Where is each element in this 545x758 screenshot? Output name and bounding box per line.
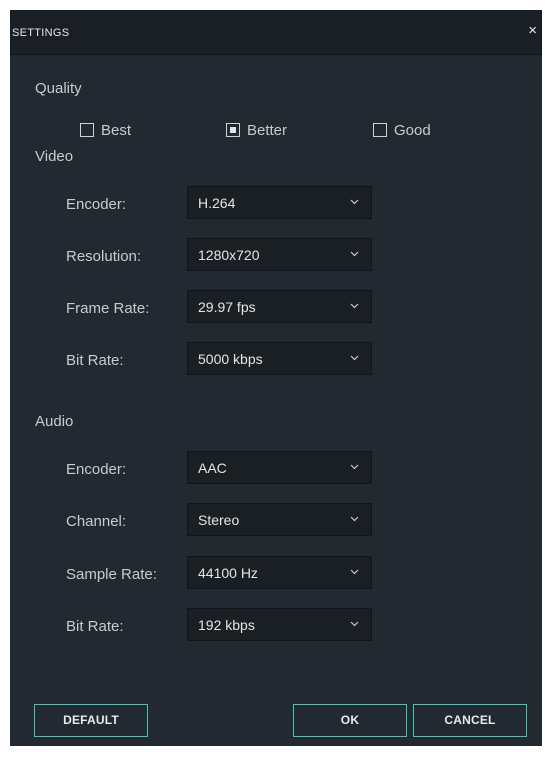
dialog-title: SETTINGS (12, 27, 70, 39)
settings-dialog: SETTINGS × Quality Best Better Good Vide… (10, 10, 542, 746)
video-bit-rate-select[interactable]: 5000 kbps (187, 342, 372, 375)
video-resolution-value: 1280x720 (198, 247, 260, 263)
audio-bit-rate-label: Bit Rate: (66, 618, 124, 635)
quality-option-good[interactable]: Good (373, 120, 431, 140)
audio-channel-value: Stereo (198, 512, 240, 528)
audio-channel-label: Channel: (66, 513, 127, 530)
video-encoder-label: Encoder: (66, 196, 127, 213)
quality-option-best[interactable]: Best (80, 120, 131, 140)
audio-sample-rate-select[interactable]: 44100 Hz (187, 556, 372, 589)
video-resolution-select[interactable]: 1280x720 (187, 238, 372, 271)
good-checkbox-icon[interactable] (373, 123, 387, 137)
audio-channel-select[interactable]: Stereo (187, 503, 372, 536)
chevron-down-icon (350, 464, 359, 470)
quality-option-good-label: Good (394, 121, 431, 139)
audio-sample-rate-value: 44100 Hz (198, 565, 258, 581)
chevron-down-icon (350, 199, 359, 205)
audio-heading: Audio (35, 413, 74, 430)
video-bit-rate-value: 5000 kbps (198, 351, 263, 367)
better-checkbox-icon[interactable] (226, 123, 240, 137)
quality-option-better-label: Better (247, 121, 288, 139)
audio-bit-rate-value: 192 kbps (198, 617, 255, 633)
video-frame-rate-value: 29.97 fps (198, 299, 256, 315)
default-button[interactable]: DEFAULT (34, 704, 148, 737)
chevron-down-icon (350, 621, 359, 627)
video-encoder-value: H.264 (198, 195, 236, 211)
video-resolution-label: Resolution: (66, 248, 142, 265)
chevron-down-icon (350, 355, 359, 361)
quality-option-better[interactable]: Better (226, 120, 287, 140)
best-checkbox-icon[interactable] (80, 123, 94, 137)
close-icon[interactable]: × (528, 23, 537, 38)
chevron-down-icon (350, 569, 359, 575)
cancel-button[interactable]: CANCEL (413, 704, 527, 737)
audio-bit-rate-select[interactable]: 192 kbps (187, 608, 372, 641)
quality-heading: Quality (35, 80, 82, 97)
title-bar: SETTINGS × (10, 10, 542, 55)
video-heading: Video (35, 148, 74, 165)
chevron-down-icon (350, 516, 359, 522)
quality-option-best-label: Best (101, 121, 132, 139)
audio-encoder-label: Encoder: (66, 461, 127, 478)
chevron-down-icon (350, 251, 359, 257)
video-encoder-select[interactable]: H.264 (187, 186, 372, 219)
video-frame-rate-label: Frame Rate: (66, 300, 150, 317)
ok-button[interactable]: OK (293, 704, 407, 737)
video-frame-rate-select[interactable]: 29.97 fps (187, 290, 372, 323)
audio-encoder-value: AAC (198, 460, 227, 476)
audio-sample-rate-label: Sample Rate: (66, 566, 157, 583)
audio-encoder-select[interactable]: AAC (187, 451, 372, 484)
chevron-down-icon (350, 303, 359, 309)
video-bit-rate-label: Bit Rate: (66, 352, 124, 369)
